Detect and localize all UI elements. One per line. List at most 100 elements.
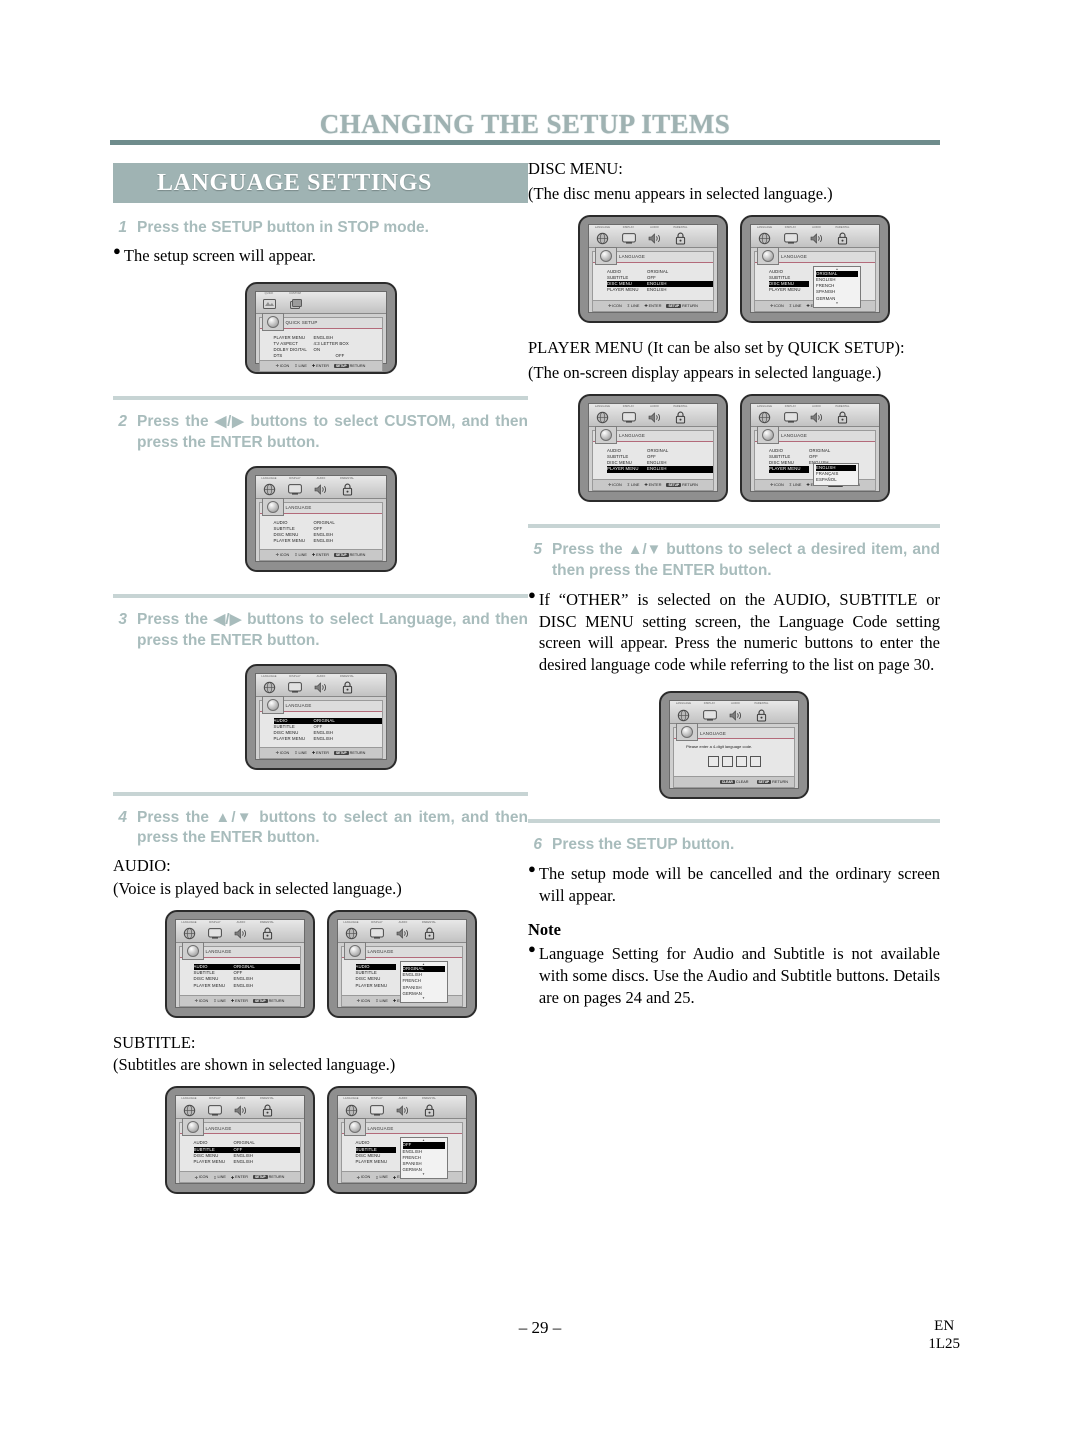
tab-audio-label: AUDIO <box>812 225 821 229</box>
osd-row[interactable]: PLAYER MENU ENGLISH <box>274 736 382 742</box>
page-title: CHANGING THE SETUP ITEMS <box>319 109 731 139</box>
osd-tabbar: LANGUAGE DISPLAY AUDIO PARENTAL <box>589 403 717 427</box>
tab-language[interactable]: LANGUAGE <box>592 405 613 425</box>
tab-display[interactable]: DISPLAY <box>205 921 226 941</box>
code-digit-box[interactable] <box>707 756 719 768</box>
disc-menu-description: (The disc menu appears in selected langu… <box>528 183 833 203</box>
tab-audio[interactable]: AUDIO <box>311 477 332 497</box>
tab-parental-label: PARENTAL <box>339 476 355 480</box>
osd-row-key: PLAYER MENU <box>607 466 639 472</box>
tab-language[interactable]: LANGUAGE <box>259 675 280 695</box>
osd-row-key: PLAYER MENU <box>769 287 801 293</box>
tab-audio[interactable]: AUDIO <box>311 675 332 695</box>
tab-display[interactable]: DISPLAY <box>367 921 388 941</box>
code-digit-box[interactable] <box>735 756 747 768</box>
step-2-number: 2 <box>118 412 127 430</box>
tab-audio[interactable]: AUDIO <box>644 405 665 425</box>
tab-parental[interactable]: PARENTAL <box>670 405 691 425</box>
osd-row[interactable]: PLAYER MENU ENGLISH <box>194 1159 300 1165</box>
tab-language[interactable]: LANGUAGE <box>592 226 613 246</box>
help-line: ⇳ LINE <box>788 482 802 488</box>
osd-row-selected[interactable]: PLAYER MENU ENGLISH <box>607 466 713 473</box>
tab-display[interactable]: DISPLAY <box>780 226 801 246</box>
code-digit-box[interactable] <box>749 756 761 768</box>
tab-parental[interactable]: PARENTAL <box>832 405 853 425</box>
osd-screen-subtitle-selected: LANGUAGE DISPLAY AUDIO PARENTAL LANGUAGE… <box>164 1086 315 1195</box>
tab-language[interactable]: LANGUAGE <box>754 226 775 246</box>
lock-icon <box>832 232 853 246</box>
osd-dropdown-subtitle[interactable]: ▲ OFF ENGLISH FRENCH SPANISH GERMAN ▼ <box>399 1137 448 1180</box>
tab-display-label: DISPLAY <box>371 1097 383 1101</box>
tab-parental[interactable]: PARENTAL <box>337 476 358 497</box>
osd-dropdown-player-menu[interactable]: ENGLISH FRANÇAIS ESPAÑOL <box>813 462 859 487</box>
tab-audio-label: AUDIO <box>398 1097 408 1101</box>
language-code-input[interactable] <box>674 756 794 768</box>
tab-parental[interactable]: PARENTAL <box>257 921 278 941</box>
help-line: ⇳ LINE <box>294 750 307 756</box>
tab-audio[interactable]: AUDIO <box>393 921 414 941</box>
osd-row[interactable]: PLAYER MENU ENGLISH <box>274 538 382 544</box>
code-digit-box[interactable] <box>721 756 733 768</box>
tab-display[interactable]: DISPLAY <box>205 1097 226 1117</box>
tab-display[interactable]: DISPLAY <box>699 702 720 722</box>
tab-display[interactable]: DISPLAY <box>618 226 639 246</box>
tab-parental[interactable]: PARENTAL <box>832 226 853 246</box>
dropdown-option[interactable]: ESPAÑOL <box>816 477 856 483</box>
tab-audio[interactable]: AUDIO <box>393 1097 414 1117</box>
osd-row[interactable]: DTS OFF <box>274 353 382 359</box>
globe-icon <box>754 232 775 246</box>
footer-doc-code: EN 1L25 <box>928 1318 960 1353</box>
tab-language[interactable]: LANGUAGE <box>179 1097 200 1117</box>
tab-parental[interactable]: PARENTAL <box>751 702 772 722</box>
tab-quick[interactable]: QUICK <box>259 292 280 312</box>
step-1-number: 1 <box>118 219 127 236</box>
tab-display[interactable]: DISPLAY <box>367 1097 388 1117</box>
tab-parental[interactable]: PARENTAL <box>257 1097 278 1117</box>
help-enter: ✚ENTER <box>644 482 662 488</box>
tab-language[interactable]: LANGUAGE <box>179 921 200 941</box>
osd-language-group-1: LANGUAGE DISPLAY AUDIO PARENTAL LANGUAGE… <box>113 465 528 572</box>
tab-display[interactable]: DISPLAY <box>285 477 306 497</box>
help-line: ⇳ LINE <box>788 303 802 309</box>
step-5-number: 5 <box>533 540 542 558</box>
tab-audio[interactable]: AUDIO <box>231 921 252 941</box>
osd-row[interactable]: PLAYER MENU ENGLISH <box>194 983 300 989</box>
tab-display[interactable]: DISPLAY <box>285 675 306 695</box>
step-2-text: Press the ◀/▶ buttons to select CUSTOM, … <box>137 412 528 454</box>
tab-display[interactable]: DISPLAY <box>618 405 639 425</box>
tab-display[interactable]: DISPLAY <box>780 404 801 425</box>
osd-helpbar: ✛ICON ⇳LINE ✚ENTER SETUPRETURN <box>259 359 382 371</box>
tab-parental[interactable]: PARENTAL <box>670 226 691 246</box>
osd-dropdown-disc-menu[interactable]: ▲ ORIGINAL ENGLISH FRENCH SPANISH GERMAN… <box>813 265 861 308</box>
osd-panel-language: LANGUAGE AUDIO SUBTITLE DISC MENU PLAYER… <box>340 941 463 1007</box>
osd-dropdown-audio[interactable]: ▲ ORIGINAL ENGLISH FRENCH SPANISH GERMAN… <box>399 960 448 1003</box>
tab-language[interactable]: LANGUAGE <box>754 405 775 425</box>
tab-audio[interactable]: AUDIO <box>725 702 746 722</box>
tab-audio[interactable]: AUDIO <box>231 1097 252 1117</box>
osd-row[interactable]: PLAYER MENU ENGLISH <box>607 287 713 293</box>
tab-audio[interactable]: AUDIO <box>806 225 827 246</box>
osd-row-key: PLAYER MENU <box>607 287 639 293</box>
tab-display-label: DISPLAY <box>784 404 797 408</box>
tab-parental[interactable]: PARENTAL <box>419 921 440 941</box>
tab-audio[interactable]: AUDIO <box>644 226 665 246</box>
tab-language[interactable]: LANGUAGE <box>341 1097 362 1117</box>
help-icon: ✛ ICON <box>356 1175 371 1180</box>
tab-parental[interactable]: PARENTAL <box>419 1097 440 1117</box>
tab-parental[interactable]: PARENTAL <box>337 675 358 695</box>
step-6-number: 6 <box>533 836 542 854</box>
tab-audio[interactable]: AUDIO <box>806 405 827 425</box>
osd-subtitle-pair: LANGUAGE DISPLAY AUDIO PARENTAL LANGUAGE… <box>113 1086 528 1195</box>
badge-globe-icon <box>600 249 612 262</box>
lock-icon <box>670 411 691 425</box>
tab-custom[interactable]: CUSTOM <box>285 292 306 312</box>
osd-screen-quick-setup: QUICK CUSTOM QUICK SETUP PLAYER MENU ENG… <box>244 281 397 374</box>
tab-language[interactable]: LANGUAGE <box>341 921 362 941</box>
help-line: ⇳ LINE <box>213 998 226 1004</box>
globe-icon <box>592 232 613 246</box>
osd-panel-language-code: LANGUAGE Please enter a 4-digit language… <box>673 723 795 789</box>
globe-icon <box>673 708 694 722</box>
right-column: DISC MENU: (The disc menu appears in sel… <box>528 155 940 1012</box>
tab-language[interactable]: LANGUAGE <box>673 702 694 722</box>
tab-language[interactable]: LANGUAGE <box>259 477 280 497</box>
